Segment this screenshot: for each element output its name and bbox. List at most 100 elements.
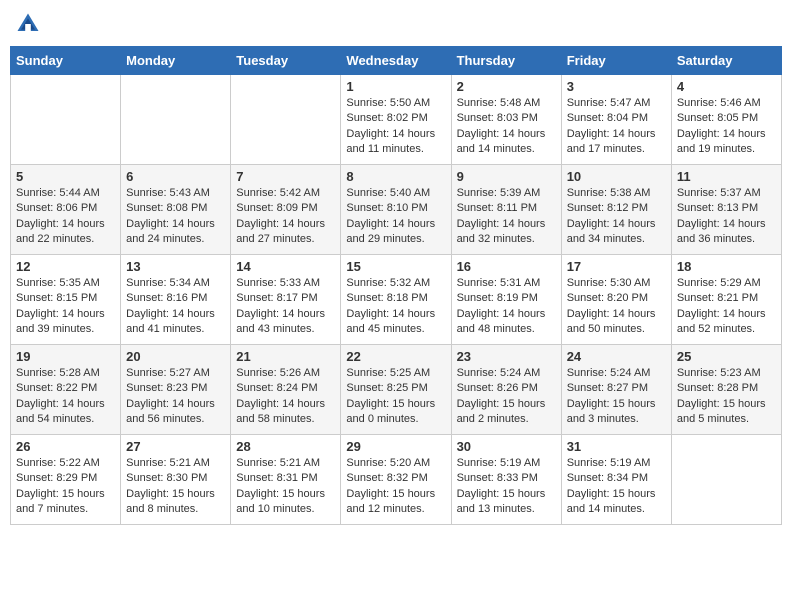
day-info: Sunrise: 5:25 AM Sunset: 8:25 PM Dayligh… bbox=[346, 366, 445, 428]
calendar-cell bbox=[121, 75, 231, 165]
day-number: 28 bbox=[236, 439, 335, 454]
day-info: Sunrise: 5:42 AM Sunset: 8:09 PM Dayligh… bbox=[236, 186, 335, 248]
calendar-cell: 24 Sunrise: 5:24 AM Sunset: 8:27 PM Dayli… bbox=[561, 345, 671, 435]
day-info: Sunrise: 5:24 AM Sunset: 8:27 PM Dayligh… bbox=[567, 366, 666, 428]
calendar-week-row: 5 Sunrise: 5:44 AM Sunset: 8:06 PM Daylig… bbox=[11, 165, 782, 255]
day-info: Sunrise: 5:40 AM Sunset: 8:10 PM Dayligh… bbox=[346, 186, 445, 248]
day-number: 16 bbox=[457, 259, 556, 274]
day-info: Sunrise: 5:31 AM Sunset: 8:19 PM Dayligh… bbox=[457, 276, 556, 338]
day-number: 19 bbox=[16, 349, 115, 364]
day-number: 25 bbox=[677, 349, 776, 364]
calendar-cell: 8 Sunrise: 5:40 AM Sunset: 8:10 PM Daylig… bbox=[341, 165, 451, 255]
calendar-cell bbox=[11, 75, 121, 165]
calendar-cell: 7Sunrise: 5:42 AM Sunset: 8:09 PM Daylig… bbox=[231, 165, 341, 255]
calendar-cell: 27 Sunrise: 5:21 AM Sunset: 8:30 PM Dayli… bbox=[121, 435, 231, 525]
calendar-cell: 25 Sunrise: 5:23 AM Sunset: 8:28 PM Dayli… bbox=[671, 345, 781, 435]
day-info: Sunrise: 5:29 AM Sunset: 8:21 PM Dayligh… bbox=[677, 276, 776, 338]
calendar-cell: 6Sunrise: 5:43 AM Sunset: 8:08 PM Daylig… bbox=[121, 165, 231, 255]
day-info: Sunrise: 5:21 AM Sunset: 8:30 PM Dayligh… bbox=[126, 456, 225, 518]
calendar-cell bbox=[671, 435, 781, 525]
day-number: 27 bbox=[126, 439, 225, 454]
day-number: 13 bbox=[126, 259, 225, 274]
calendar-cell: 2 Sunrise: 5:48 AM Sunset: 8:03 PM Daylig… bbox=[451, 75, 561, 165]
calendar-cell: 4 Sunrise: 5:46 AM Sunset: 8:05 PM Daylig… bbox=[671, 75, 781, 165]
calendar-cell bbox=[231, 75, 341, 165]
day-info: Sunrise: 5:47 AM Sunset: 8:04 PM Dayligh… bbox=[567, 96, 666, 158]
day-number: 10 bbox=[567, 169, 666, 184]
day-number: 2 bbox=[457, 79, 556, 94]
page-header bbox=[10, 10, 782, 38]
day-number: 14 bbox=[236, 259, 335, 274]
day-info: Sunrise: 5:33 AM Sunset: 8:17 PM Dayligh… bbox=[236, 276, 335, 338]
day-number: 15 bbox=[346, 259, 445, 274]
day-info: Sunrise: 5:20 AM Sunset: 8:32 PM Dayligh… bbox=[346, 456, 445, 518]
calendar-cell: 22 Sunrise: 5:25 AM Sunset: 8:25 PM Dayli… bbox=[341, 345, 451, 435]
weekday-header-row: SundayMondayTuesdayWednesdayThursdayFrid… bbox=[11, 47, 782, 75]
day-info: Sunrise: 5:23 AM Sunset: 8:28 PM Dayligh… bbox=[677, 366, 776, 428]
day-info: Sunrise: 5:35 AM Sunset: 8:15 PM Dayligh… bbox=[16, 276, 115, 338]
day-number: 29 bbox=[346, 439, 445, 454]
weekday-header-friday: Friday bbox=[561, 47, 671, 75]
calendar-week-row: 26 Sunrise: 5:22 AM Sunset: 8:29 PM Dayli… bbox=[11, 435, 782, 525]
day-number: 21 bbox=[236, 349, 335, 364]
calendar-cell: 16 Sunrise: 5:31 AM Sunset: 8:19 PM Dayli… bbox=[451, 255, 561, 345]
day-number: 4 bbox=[677, 79, 776, 94]
calendar-cell: 26 Sunrise: 5:22 AM Sunset: 8:29 PM Dayli… bbox=[11, 435, 121, 525]
weekday-header-thursday: Thursday bbox=[451, 47, 561, 75]
calendar-cell: 15 Sunrise: 5:32 AM Sunset: 8:18 PM Dayli… bbox=[341, 255, 451, 345]
day-number: 22 bbox=[346, 349, 445, 364]
calendar-cell: 28 Sunrise: 5:21 AM Sunset: 8:31 PM Dayli… bbox=[231, 435, 341, 525]
day-number: 23 bbox=[457, 349, 556, 364]
day-number: 17 bbox=[567, 259, 666, 274]
day-number: 24 bbox=[567, 349, 666, 364]
calendar-table: SundayMondayTuesdayWednesdayThursdayFrid… bbox=[10, 46, 782, 525]
day-info: Sunrise: 5:21 AM Sunset: 8:31 PM Dayligh… bbox=[236, 456, 335, 518]
calendar-week-row: 19Sunrise: 5:28 AM Sunset: 8:22 PM Dayli… bbox=[11, 345, 782, 435]
weekday-header-saturday: Saturday bbox=[671, 47, 781, 75]
logo-icon bbox=[14, 10, 42, 38]
logo bbox=[14, 10, 46, 38]
calendar-cell: 9Sunrise: 5:39 AM Sunset: 8:11 PM Daylig… bbox=[451, 165, 561, 255]
day-info: Sunrise: 5:48 AM Sunset: 8:03 PM Dayligh… bbox=[457, 96, 556, 158]
day-number: 31 bbox=[567, 439, 666, 454]
day-number: 26 bbox=[16, 439, 115, 454]
calendar-cell: 14 Sunrise: 5:33 AM Sunset: 8:17 PM Dayli… bbox=[231, 255, 341, 345]
calendar-cell: 11 Sunrise: 5:37 AM Sunset: 8:13 PM Dayli… bbox=[671, 165, 781, 255]
weekday-header-monday: Monday bbox=[121, 47, 231, 75]
day-number: 1 bbox=[346, 79, 445, 94]
day-number: 3 bbox=[567, 79, 666, 94]
calendar-cell: 10 Sunrise: 5:38 AM Sunset: 8:12 PM Dayli… bbox=[561, 165, 671, 255]
calendar-cell: 20Sunrise: 5:27 AM Sunset: 8:23 PM Dayli… bbox=[121, 345, 231, 435]
day-number: 11 bbox=[677, 169, 776, 184]
day-number: 30 bbox=[457, 439, 556, 454]
day-info: Sunrise: 5:38 AM Sunset: 8:12 PM Dayligh… bbox=[567, 186, 666, 248]
day-info: Sunrise: 5:22 AM Sunset: 8:29 PM Dayligh… bbox=[16, 456, 115, 518]
calendar-cell: 31 Sunrise: 5:19 AM Sunset: 8:34 PM Dayli… bbox=[561, 435, 671, 525]
day-number: 9 bbox=[457, 169, 556, 184]
calendar-cell: 30 Sunrise: 5:19 AM Sunset: 8:33 PM Dayli… bbox=[451, 435, 561, 525]
day-number: 20 bbox=[126, 349, 225, 364]
calendar-cell: 29 Sunrise: 5:20 AM Sunset: 8:32 PM Dayli… bbox=[341, 435, 451, 525]
calendar-week-row: 1Sunrise: 5:50 AM Sunset: 8:02 PM Daylig… bbox=[11, 75, 782, 165]
day-info: Sunrise: 5:46 AM Sunset: 8:05 PM Dayligh… bbox=[677, 96, 776, 158]
day-number: 5 bbox=[16, 169, 115, 184]
calendar-cell: 23 Sunrise: 5:24 AM Sunset: 8:26 PM Dayli… bbox=[451, 345, 561, 435]
day-info: Sunrise: 5:30 AM Sunset: 8:20 PM Dayligh… bbox=[567, 276, 666, 338]
day-number: 8 bbox=[346, 169, 445, 184]
day-number: 12 bbox=[16, 259, 115, 274]
day-number: 18 bbox=[677, 259, 776, 274]
day-info: Sunrise: 5:19 AM Sunset: 8:34 PM Dayligh… bbox=[567, 456, 666, 518]
calendar-cell: 3 Sunrise: 5:47 AM Sunset: 8:04 PM Daylig… bbox=[561, 75, 671, 165]
weekday-header-wednesday: Wednesday bbox=[341, 47, 451, 75]
calendar-cell: 13Sunrise: 5:34 AM Sunset: 8:16 PM Dayli… bbox=[121, 255, 231, 345]
day-info: Sunrise: 5:24 AM Sunset: 8:26 PM Dayligh… bbox=[457, 366, 556, 428]
day-info: Sunrise: 5:32 AM Sunset: 8:18 PM Dayligh… bbox=[346, 276, 445, 338]
day-info: Sunrise: 5:44 AM Sunset: 8:06 PM Dayligh… bbox=[16, 186, 115, 248]
day-info: Sunrise: 5:43 AM Sunset: 8:08 PM Dayligh… bbox=[126, 186, 225, 248]
weekday-header-tuesday: Tuesday bbox=[231, 47, 341, 75]
calendar-cell: 1Sunrise: 5:50 AM Sunset: 8:02 PM Daylig… bbox=[341, 75, 451, 165]
calendar-cell: 12 Sunrise: 5:35 AM Sunset: 8:15 PM Dayli… bbox=[11, 255, 121, 345]
day-info: Sunrise: 5:19 AM Sunset: 8:33 PM Dayligh… bbox=[457, 456, 556, 518]
day-info: Sunrise: 5:37 AM Sunset: 8:13 PM Dayligh… bbox=[677, 186, 776, 248]
calendar-cell: 21Sunrise: 5:26 AM Sunset: 8:24 PM Dayli… bbox=[231, 345, 341, 435]
